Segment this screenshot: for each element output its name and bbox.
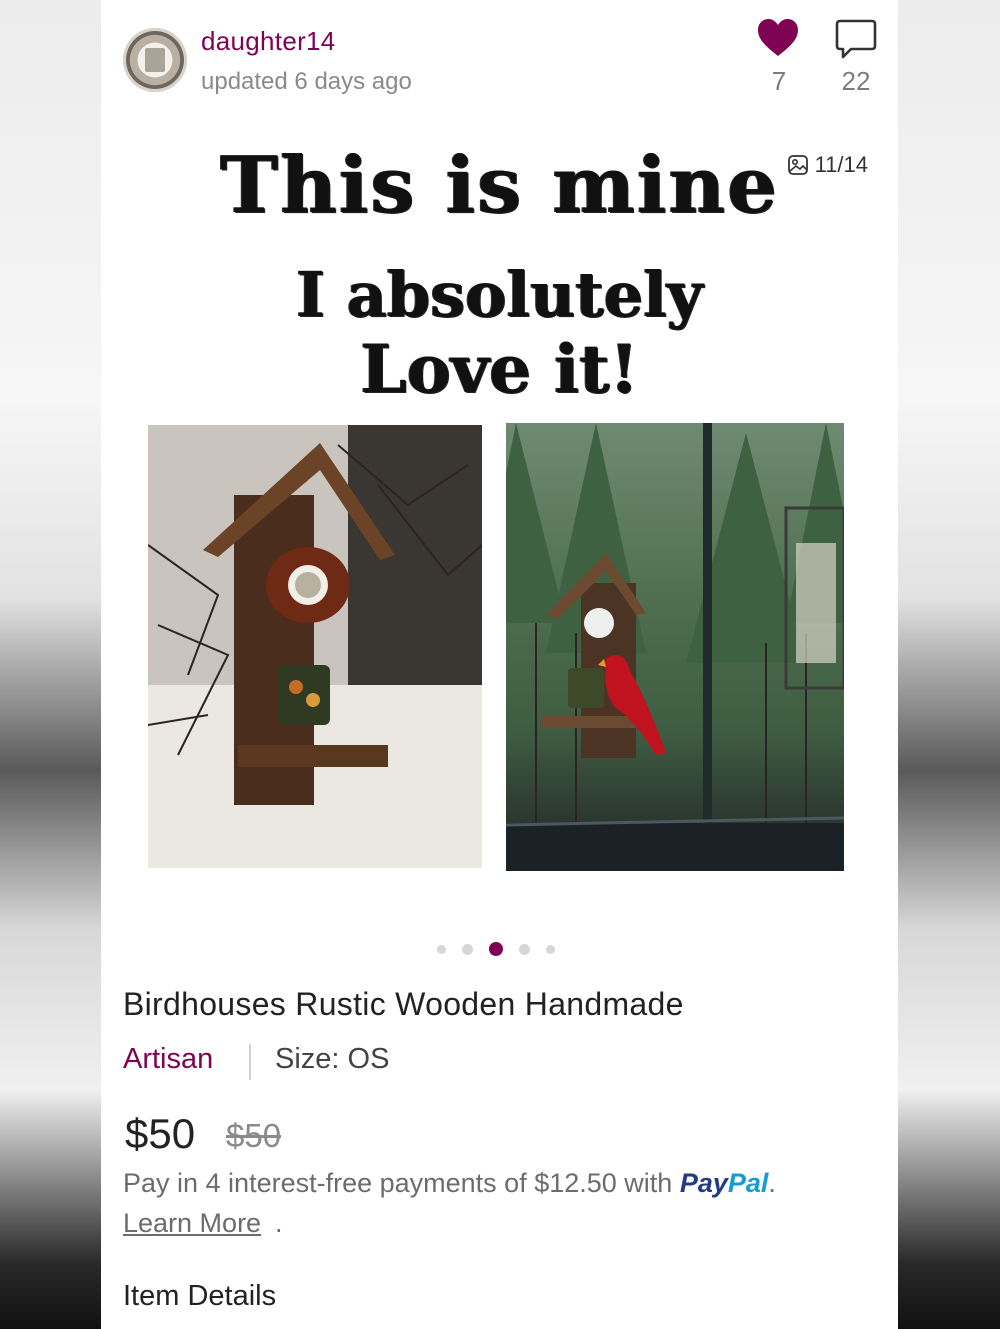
paypal-text: Pay in 4 interest-free payments of $12.5…	[123, 1168, 673, 1198]
paypal-logo: PayPal	[680, 1168, 769, 1198]
paypal-installments: Pay in 4 interest-free payments of $12.5…	[123, 1168, 776, 1199]
original-price: $50	[226, 1117, 282, 1154]
brand-link[interactable]: Artisan	[123, 1043, 213, 1076]
carousel-dot[interactable]	[462, 943, 473, 955]
comment-icon[interactable]	[835, 18, 877, 60]
price: $50	[125, 1110, 196, 1157]
birdhouse-photo-left	[148, 425, 482, 868]
listing-photo[interactable]: 11/14 This is mine I absolutely Love it!	[101, 130, 898, 900]
carousel-dot[interactable]	[546, 944, 555, 954]
carousel-dots[interactable]	[437, 942, 555, 956]
size-label: Size: OS	[275, 1043, 390, 1075]
learn-more-link[interactable]: Learn More	[123, 1208, 261, 1239]
learn-more-period: .	[275, 1208, 283, 1238]
overlay-text-line2: I absolutely	[296, 258, 703, 331]
updated-timestamp: updated 6 days ago	[201, 68, 412, 95]
paypal-period: .	[768, 1168, 776, 1198]
overlay-text-line1: This is mine	[220, 140, 779, 231]
username-link[interactable]: daughter14	[201, 26, 336, 57]
paypal-logo-pay: Pay	[679, 1168, 728, 1198]
item-details-heading[interactable]: Item Details	[123, 1280, 276, 1313]
divider	[249, 1044, 251, 1080]
carousel-dot[interactable]	[437, 944, 446, 954]
carousel-dot-active[interactable]	[489, 942, 503, 956]
paypal-logo-pal: Pal	[727, 1168, 769, 1198]
listing-card: daughter14 updated 6 days ago 7 22 11/14…	[101, 0, 898, 1329]
birdhouse-photo-right	[506, 423, 844, 871]
avatar[interactable]	[123, 28, 187, 92]
carousel-dot[interactable]	[519, 943, 530, 955]
listing-title: Birdhouses Rustic Wooden Handmade	[123, 986, 684, 1022]
like-count: 7	[771, 66, 787, 96]
heart-icon[interactable]	[757, 18, 799, 58]
overlay-text-line3: Love it!	[360, 330, 639, 408]
comment-count: 22	[841, 66, 871, 96]
